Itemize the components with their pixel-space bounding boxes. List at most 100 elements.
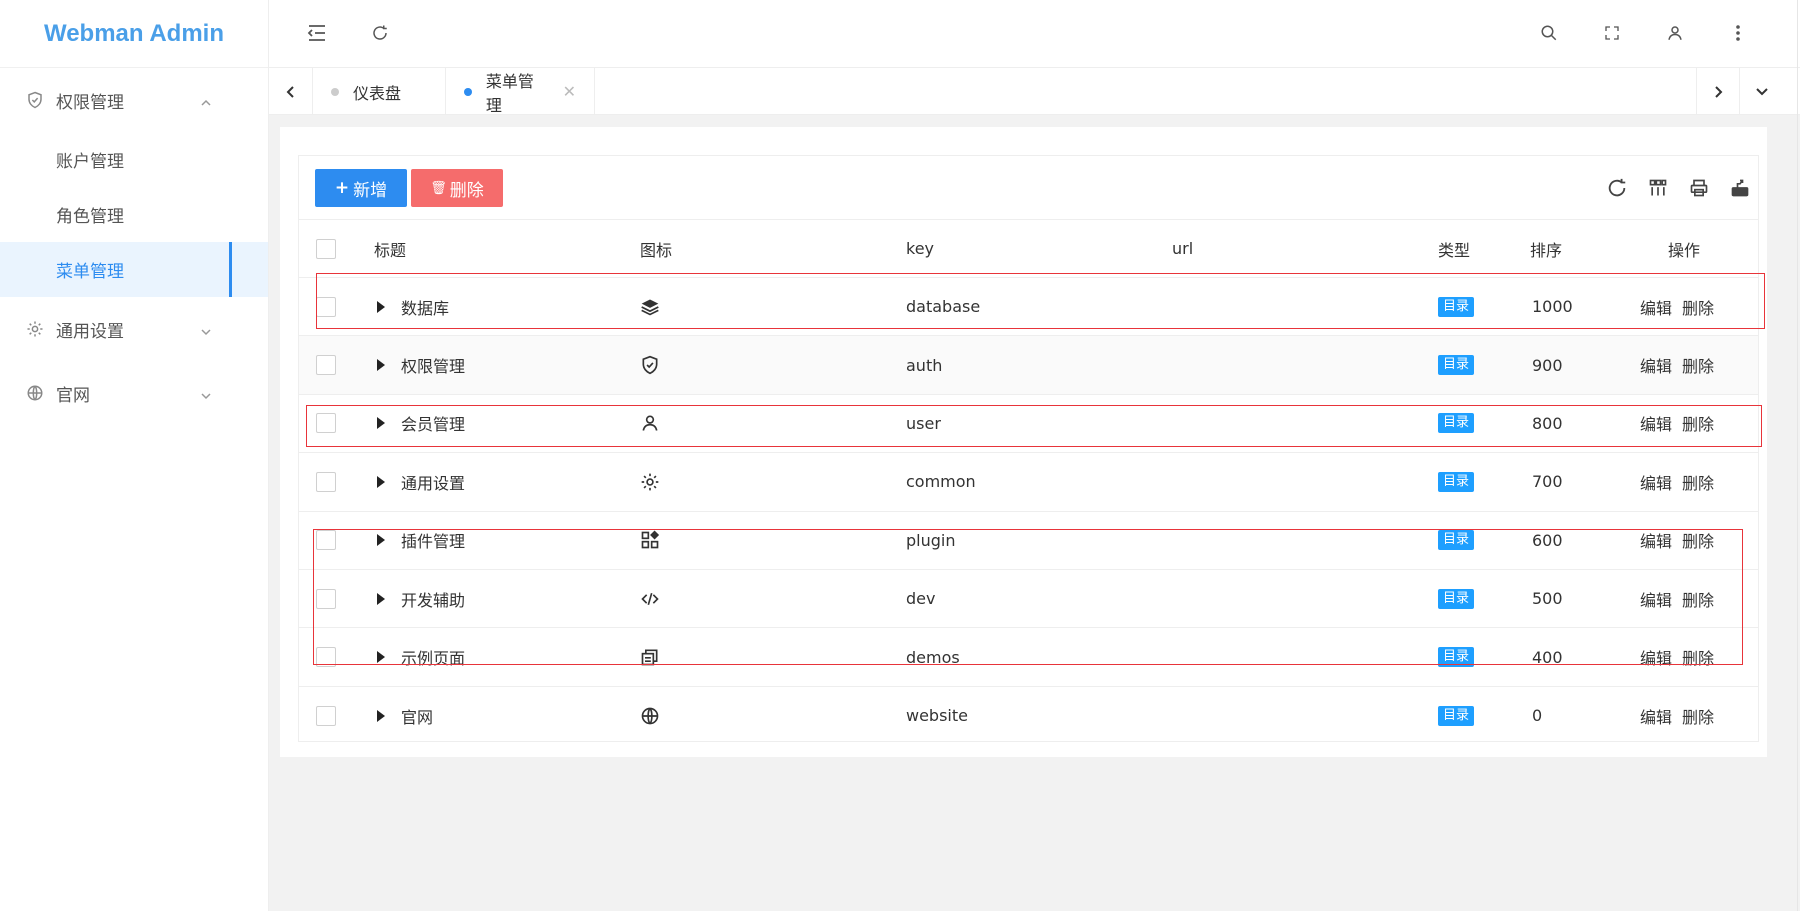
app-root: Webman Admin 权限管理 账户管理 角色管理 菜单管理 通用设置 官网… [0, 0, 1800, 911]
collapse-menu-icon[interactable] [306, 22, 328, 44]
table-row: 示例页面 demos 目录 400 编辑 删除 [299, 628, 1758, 687]
tab-menu-management[interactable]: 菜单管理 ✕ [446, 68, 595, 115]
columns-icon[interactable] [1646, 176, 1670, 200]
row-checkbox[interactable] [316, 395, 336, 452]
sidebar-item-accounts[interactable]: 账户管理 [0, 132, 268, 187]
chevron-up-icon [200, 94, 212, 106]
edit-link[interactable]: 编辑 [1640, 295, 1672, 319]
edit-link[interactable]: 编辑 [1640, 587, 1672, 611]
edit-link[interactable]: 编辑 [1640, 528, 1672, 552]
sidebar-item-label: 账户管理 [56, 152, 124, 172]
delete-link[interactable]: 删除 [1682, 411, 1714, 435]
close-icon[interactable]: ✕ [563, 82, 576, 101]
sidebar: Webman Admin 权限管理 账户管理 角色管理 菜单管理 通用设置 官网 [0, 0, 269, 911]
layers-icon [640, 278, 660, 335]
app-logo: Webman Admin [0, 0, 268, 68]
row-title: 插件管理 [401, 532, 466, 552]
row-checkbox[interactable] [316, 336, 336, 393]
expand-caret-icon[interactable] [377, 359, 385, 372]
row-title: 示例页面 [401, 649, 466, 669]
sidebar-item-roles[interactable]: 角色管理 [0, 187, 268, 242]
sidebar-group-auth[interactable]: 权限管理 [0, 68, 268, 132]
refresh-icon[interactable] [1605, 176, 1629, 200]
gear-icon [640, 453, 660, 510]
select-all-checkbox[interactable] [316, 220, 336, 277]
row-checkbox[interactable] [316, 278, 336, 335]
column-header-icon: 图标 [640, 240, 673, 260]
tab-scroll-left-icon[interactable] [269, 68, 313, 115]
type-badge: 目录 [1438, 413, 1475, 434]
sidebar-group-website[interactable]: 官网 [0, 361, 268, 425]
chevron-down-icon [200, 323, 212, 336]
row-checkbox[interactable] [316, 628, 336, 685]
sidebar-group-common[interactable]: 通用设置 [0, 297, 268, 361]
edit-link[interactable]: 编辑 [1640, 470, 1672, 494]
sidebar-item-label: 角色管理 [56, 207, 124, 227]
table-row: 通用设置 common 目录 700 编辑 删除 [299, 453, 1758, 512]
print-icon[interactable] [1687, 176, 1711, 200]
sidebar-item-menus[interactable]: 菜单管理 [0, 242, 268, 297]
window-edge [1797, 0, 1798, 911]
fullscreen-icon[interactable] [1601, 22, 1623, 44]
row-sort: 600 [1532, 530, 1563, 550]
delete-link[interactable]: 删除 [1682, 528, 1714, 552]
row-key: dev [906, 589, 936, 609]
code-icon [640, 570, 660, 627]
row-checkbox[interactable] [316, 570, 336, 627]
delete-link[interactable]: 删除 [1682, 645, 1714, 669]
tab-scroll-right-icon[interactable] [1696, 68, 1740, 115]
table-row: 会员管理 user 目录 800 编辑 删除 [299, 395, 1758, 454]
row-key: website [906, 706, 968, 726]
tab-dropdown-icon[interactable] [1740, 68, 1784, 115]
gear-icon [26, 320, 44, 338]
expand-caret-icon[interactable] [377, 300, 385, 313]
more-vertical-icon[interactable] [1727, 22, 1749, 44]
tab-label: 菜单管理 [485, 71, 534, 115]
pages-icon [640, 628, 660, 685]
tab-status-dot [331, 87, 339, 96]
delete-button[interactable]: 🗑 删除 [411, 169, 503, 207]
expand-caret-icon[interactable] [377, 417, 385, 430]
shield-check-icon [640, 336, 660, 393]
user-icon[interactable] [1664, 22, 1686, 44]
edit-link[interactable]: 编辑 [1640, 704, 1672, 728]
column-header-key: key [906, 239, 935, 258]
type-badge: 目录 [1438, 588, 1475, 609]
row-title: 数据库 [401, 298, 450, 318]
edit-link[interactable]: 编辑 [1640, 411, 1672, 435]
expand-caret-icon[interactable] [377, 534, 385, 547]
delete-link[interactable]: 删除 [1682, 470, 1714, 494]
type-badge: 目录 [1438, 647, 1475, 668]
add-button[interactable]: + 新增 [315, 169, 407, 207]
row-checkbox[interactable] [316, 453, 336, 510]
export-icon[interactable] [1728, 176, 1752, 200]
row-sort: 0 [1532, 706, 1543, 726]
row-title: 会员管理 [401, 415, 466, 435]
edit-link[interactable]: 编辑 [1640, 645, 1672, 669]
table-row: 官网 website 目录 0 编辑 删除 [299, 687, 1758, 745]
row-checkbox[interactable] [316, 512, 336, 569]
row-sort: 500 [1532, 589, 1563, 609]
expand-caret-icon[interactable] [377, 592, 385, 605]
row-checkbox[interactable] [316, 687, 336, 745]
delete-link[interactable]: 删除 [1682, 353, 1714, 377]
add-button-label: 新增 [353, 180, 388, 201]
main-content: + 新增 🗑 删除 标题 图标 key url 类型 排序 操作 数据库 dat… [280, 127, 1767, 757]
delete-link[interactable]: 删除 [1682, 587, 1714, 611]
search-icon[interactable] [1538, 22, 1560, 44]
plus-icon: + [334, 178, 350, 198]
trash-icon: 🗑 [430, 180, 447, 196]
column-header-title: 标题 [374, 240, 407, 260]
tab-dashboard[interactable]: 仪表盘 [313, 68, 446, 115]
expand-caret-icon[interactable] [377, 651, 385, 664]
edit-link[interactable]: 编辑 [1640, 353, 1672, 377]
tab-label: 仪表盘 [353, 83, 402, 103]
delete-link[interactable]: 删除 [1682, 295, 1714, 319]
delete-link[interactable]: 删除 [1682, 704, 1714, 728]
sidebar-group-label: 官网 [56, 385, 90, 406]
expand-caret-icon[interactable] [377, 709, 385, 722]
column-header-sort: 排序 [1530, 240, 1563, 260]
globe-icon [640, 687, 660, 745]
expand-caret-icon[interactable] [377, 475, 385, 488]
refresh-icon[interactable] [369, 22, 391, 44]
